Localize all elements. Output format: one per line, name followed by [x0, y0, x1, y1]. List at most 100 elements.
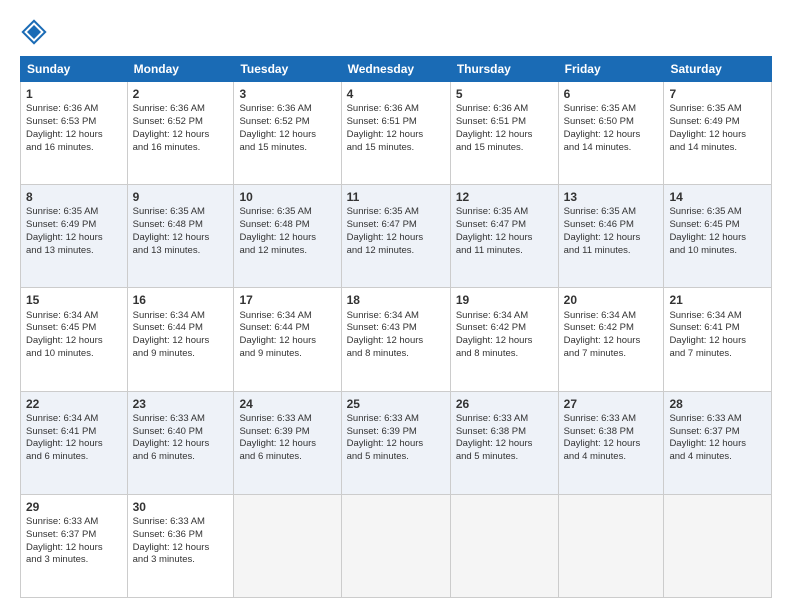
calendar-cell: 4Sunrise: 6:36 AM Sunset: 6:51 PM Daylig… — [341, 82, 450, 185]
calendar-week-row: 15 Sunrise: 6:34 AM Sunset: 6:45 PM Dayli… — [21, 288, 772, 391]
day-info: Sunrise: 6:33 AM Sunset: 6:39 PM Dayligh… — [347, 413, 445, 464]
day-number: 23 — [133, 396, 229, 412]
calendar-cell: 6Sunrise: 6:35 AM Sunset: 6:50 PM Daylig… — [558, 82, 664, 185]
day-info: Sunrise: 6:35 AM Sunset: 6:48 PM Dayligh… — [239, 206, 335, 257]
day-info: Sunrise: 6:35 AM Sunset: 6:49 PM Dayligh… — [26, 206, 122, 257]
calendar-cell: 19 Sunrise: 6:34 AM Sunset: 6:42 PM Dayli… — [450, 288, 558, 391]
calendar-cell: 3Sunrise: 6:36 AM Sunset: 6:52 PM Daylig… — [234, 82, 341, 185]
weekday-header: Wednesday — [341, 57, 450, 82]
day-number: 13 — [564, 189, 659, 205]
calendar-cell: 5Sunrise: 6:36 AM Sunset: 6:51 PM Daylig… — [450, 82, 558, 185]
weekday-header: Monday — [127, 57, 234, 82]
day-info: Sunrise: 6:34 AM Sunset: 6:41 PM Dayligh… — [669, 310, 766, 361]
day-info: Sunrise: 6:33 AM Sunset: 6:37 PM Dayligh… — [669, 413, 766, 464]
day-number: 28 — [669, 396, 766, 412]
calendar-cell — [341, 494, 450, 597]
day-info: Sunrise: 6:35 AM Sunset: 6:47 PM Dayligh… — [347, 206, 445, 257]
day-info: Sunrise: 6:36 AM Sunset: 6:51 PM Dayligh… — [456, 103, 553, 154]
logo — [20, 18, 52, 46]
calendar-cell: 1Sunrise: 6:36 AM Sunset: 6:53 PM Daylig… — [21, 82, 128, 185]
calendar-week-row: 22Sunrise: 6:34 AM Sunset: 6:41 PM Dayli… — [21, 391, 772, 494]
calendar-week-row: 1Sunrise: 6:36 AM Sunset: 6:53 PM Daylig… — [21, 82, 772, 185]
day-number: 10 — [239, 189, 335, 205]
calendar-cell: 15 Sunrise: 6:34 AM Sunset: 6:45 PM Dayli… — [21, 288, 128, 391]
day-number: 26 — [456, 396, 553, 412]
day-number: 11 — [347, 189, 445, 205]
header — [20, 18, 772, 46]
day-info: Sunrise: 6:34 AM Sunset: 6:41 PM Dayligh… — [26, 413, 122, 464]
weekday-header: Thursday — [450, 57, 558, 82]
calendar-cell: 17 Sunrise: 6:34 AM Sunset: 6:44 PM Dayli… — [234, 288, 341, 391]
calendar-cell: 28Sunrise: 6:33 AM Sunset: 6:37 PM Dayli… — [664, 391, 772, 494]
day-number: 5 — [456, 86, 553, 102]
weekday-header: Friday — [558, 57, 664, 82]
day-number: 18 — [347, 292, 445, 308]
calendar-cell: 22Sunrise: 6:34 AM Sunset: 6:41 PM Dayli… — [21, 391, 128, 494]
calendar-cell: 24Sunrise: 6:33 AM Sunset: 6:39 PM Dayli… — [234, 391, 341, 494]
day-info: Sunrise: 6:36 AM Sunset: 6:51 PM Dayligh… — [347, 103, 445, 154]
calendar-cell: 30Sunrise: 6:33 AM Sunset: 6:36 PM Dayli… — [127, 494, 234, 597]
calendar-cell: 25Sunrise: 6:33 AM Sunset: 6:39 PM Dayli… — [341, 391, 450, 494]
day-number: 22 — [26, 396, 122, 412]
day-info: Sunrise: 6:33 AM Sunset: 6:36 PM Dayligh… — [133, 516, 229, 567]
day-info: Sunrise: 6:36 AM Sunset: 6:52 PM Dayligh… — [239, 103, 335, 154]
day-number: 25 — [347, 396, 445, 412]
day-number: 20 — [564, 292, 659, 308]
calendar-cell: 21 Sunrise: 6:34 AM Sunset: 6:41 PM Dayli… — [664, 288, 772, 391]
calendar-week-row: 29Sunrise: 6:33 AM Sunset: 6:37 PM Dayli… — [21, 494, 772, 597]
logo-icon — [20, 18, 48, 46]
calendar-cell: 20 Sunrise: 6:34 AM Sunset: 6:42 PM Dayli… — [558, 288, 664, 391]
day-number: 17 — [239, 292, 335, 308]
day-number: 12 — [456, 189, 553, 205]
calendar-cell: 2Sunrise: 6:36 AM Sunset: 6:52 PM Daylig… — [127, 82, 234, 185]
day-info: Sunrise: 6:34 AM Sunset: 6:42 PM Dayligh… — [564, 310, 659, 361]
day-number: 14 — [669, 189, 766, 205]
day-number: 9 — [133, 189, 229, 205]
calendar-cell: 16 Sunrise: 6:34 AM Sunset: 6:44 PM Dayli… — [127, 288, 234, 391]
calendar-cell: 7Sunrise: 6:35 AM Sunset: 6:49 PM Daylig… — [664, 82, 772, 185]
calendar-table: SundayMondayTuesdayWednesdayThursdayFrid… — [20, 56, 772, 598]
day-info: Sunrise: 6:36 AM Sunset: 6:53 PM Dayligh… — [26, 103, 122, 154]
day-number: 7 — [669, 86, 766, 102]
day-number: 29 — [26, 499, 122, 515]
day-info: Sunrise: 6:35 AM Sunset: 6:48 PM Dayligh… — [133, 206, 229, 257]
day-number: 19 — [456, 292, 553, 308]
day-number: 2 — [133, 86, 229, 102]
day-number: 16 — [133, 292, 229, 308]
calendar-cell: 23Sunrise: 6:33 AM Sunset: 6:40 PM Dayli… — [127, 391, 234, 494]
day-number: 1 — [26, 86, 122, 102]
calendar-cell: 14Sunrise: 6:35 AM Sunset: 6:45 PM Dayli… — [664, 185, 772, 288]
calendar-week-row: 8Sunrise: 6:35 AM Sunset: 6:49 PM Daylig… — [21, 185, 772, 288]
day-info: Sunrise: 6:34 AM Sunset: 6:44 PM Dayligh… — [133, 310, 229, 361]
calendar-cell: 11Sunrise: 6:35 AM Sunset: 6:47 PM Dayli… — [341, 185, 450, 288]
day-number: 3 — [239, 86, 335, 102]
day-info: Sunrise: 6:35 AM Sunset: 6:45 PM Dayligh… — [669, 206, 766, 257]
day-info: Sunrise: 6:33 AM Sunset: 6:37 PM Dayligh… — [26, 516, 122, 567]
day-info: Sunrise: 6:36 AM Sunset: 6:52 PM Dayligh… — [133, 103, 229, 154]
day-number: 21 — [669, 292, 766, 308]
day-number: 15 — [26, 292, 122, 308]
weekday-header: Sunday — [21, 57, 128, 82]
calendar-cell: 18Sunrise: 6:34 AM Sunset: 6:43 PM Dayli… — [341, 288, 450, 391]
calendar-cell — [558, 494, 664, 597]
day-info: Sunrise: 6:33 AM Sunset: 6:39 PM Dayligh… — [239, 413, 335, 464]
day-number: 24 — [239, 396, 335, 412]
day-number: 27 — [564, 396, 659, 412]
day-info: Sunrise: 6:33 AM Sunset: 6:38 PM Dayligh… — [564, 413, 659, 464]
day-info: Sunrise: 6:34 AM Sunset: 6:44 PM Dayligh… — [239, 310, 335, 361]
day-info: Sunrise: 6:34 AM Sunset: 6:45 PM Dayligh… — [26, 310, 122, 361]
day-info: Sunrise: 6:35 AM Sunset: 6:47 PM Dayligh… — [456, 206, 553, 257]
calendar-cell: 10Sunrise: 6:35 AM Sunset: 6:48 PM Dayli… — [234, 185, 341, 288]
day-info: Sunrise: 6:33 AM Sunset: 6:38 PM Dayligh… — [456, 413, 553, 464]
calendar-cell: 13Sunrise: 6:35 AM Sunset: 6:46 PM Dayli… — [558, 185, 664, 288]
day-info: Sunrise: 6:35 AM Sunset: 6:50 PM Dayligh… — [564, 103, 659, 154]
day-number: 8 — [26, 189, 122, 205]
day-info: Sunrise: 6:34 AM Sunset: 6:42 PM Dayligh… — [456, 310, 553, 361]
day-info: Sunrise: 6:35 AM Sunset: 6:46 PM Dayligh… — [564, 206, 659, 257]
day-number: 6 — [564, 86, 659, 102]
calendar-cell — [234, 494, 341, 597]
calendar-cell: 12Sunrise: 6:35 AM Sunset: 6:47 PM Dayli… — [450, 185, 558, 288]
day-info: Sunrise: 6:35 AM Sunset: 6:49 PM Dayligh… — [669, 103, 766, 154]
calendar-cell — [664, 494, 772, 597]
calendar-cell: 29Sunrise: 6:33 AM Sunset: 6:37 PM Dayli… — [21, 494, 128, 597]
